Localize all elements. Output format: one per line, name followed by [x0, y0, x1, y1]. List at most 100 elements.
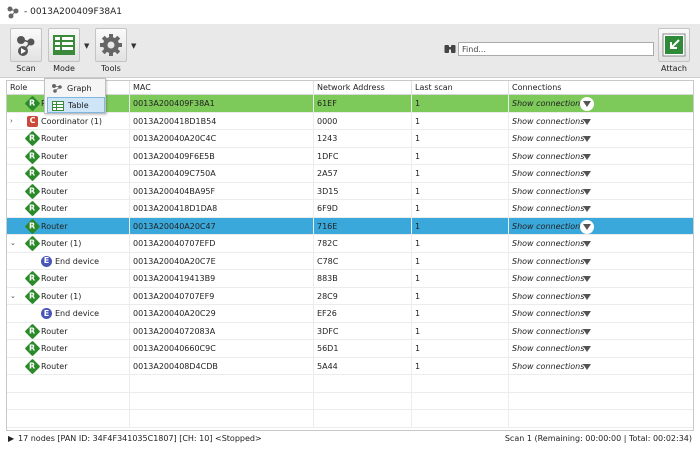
show-connections-link[interactable]: Show connections [512, 117, 584, 126]
show-connections-link[interactable]: Show connections [512, 152, 584, 161]
scan-button[interactable] [10, 28, 42, 62]
router-icon: R [24, 358, 41, 374]
chevron-down-icon[interactable] [583, 346, 591, 352]
show-connections-link[interactable]: Show connections [512, 362, 584, 371]
table-row[interactable]: E End device 0013A20040A20C29 EF26 1 Show con… [7, 305, 693, 323]
column-last-scan[interactable]: Last scan [412, 81, 509, 95]
role-cell [7, 410, 130, 428]
chevron-down-icon[interactable] [583, 188, 591, 195]
show-connections-link[interactable]: Show connections [512, 169, 584, 178]
network-address-cell: C78C [314, 252, 412, 270]
column-mac[interactable]: MAC [130, 81, 314, 95]
coordinator-icon: C [27, 115, 38, 127]
mac-cell: 0013A20040A20C4C [130, 130, 314, 148]
table-row[interactable]: R Router 0013A200409F6E5B 1DFC 1 Show connect… [7, 147, 693, 165]
expand-connections-button[interactable] [580, 219, 594, 234]
last-scan-cell: 1 [412, 287, 509, 305]
chevron-down-icon[interactable] [583, 363, 591, 370]
chevron-down-icon[interactable] [583, 206, 591, 212]
network-address-cell: 56D1 [314, 340, 412, 358]
table-row[interactable]: E End device 0013A20040A20C7E C78C 1 Show con… [7, 252, 693, 270]
router-icon: R [24, 270, 41, 287]
role-cell: ⌄ R Router (1) [7, 235, 130, 253]
menu-item-table[interactable]: Table [47, 97, 105, 113]
attach-label: Attach [661, 64, 687, 73]
table-row[interactable]: ⌄ R Router (1) 0013A20040707EFD 782C 1 Show co… [7, 235, 693, 253]
chevron-down-icon[interactable] [583, 136, 591, 142]
chevron-down-icon[interactable] [583, 241, 591, 247]
table-row[interactable]: ⌄ R Router (1) 0013A20040707EF9 28C9 1 Show co… [7, 287, 693, 306]
show-connections-link[interactable]: Show connections [512, 204, 584, 213]
table-row[interactable]: R Router 0013A20040A20C4C 1243 1 Show connect… [7, 130, 693, 148]
find-input[interactable] [458, 42, 654, 56]
chevron-down-icon[interactable] [583, 328, 591, 335]
connections-cell: Show connections [509, 270, 693, 288]
role-cell: R Router [7, 217, 130, 235]
status-nodes-info: 17 nodes [PAN ID: 34F4F341035C1807] [CH:… [18, 434, 262, 443]
mode-menu: Graph Table [44, 78, 106, 114]
show-connections-link[interactable]: Show connections [512, 274, 584, 283]
show-connections-link[interactable]: Show connections [512, 99, 584, 108]
graph-icon [52, 84, 62, 93]
table-row[interactable]: › C Coordinator (1) 0013A200418D1B54 0000 1 Sh… [7, 112, 693, 131]
table-row[interactable]: R Router 0013A200418D1DA8 6F9D 1 Show connect… [7, 200, 693, 218]
chevron-down-icon[interactable] [583, 258, 591, 265]
chevron-down-icon[interactable] [583, 118, 591, 125]
menu-item-graph[interactable]: Graph [47, 80, 105, 96]
show-connections-link[interactable]: Show connections [512, 344, 584, 353]
show-connections-link[interactable]: Show connections [512, 222, 584, 231]
expand-connections-button[interactable] [580, 97, 594, 111]
connections-cell: Show connections [509, 358, 693, 376]
table-row[interactable]: R Router 0013A20040A20C47 716E 1 Show connect… [7, 217, 693, 235]
table-row[interactable]: R Router 0013A2004072083A 3DFC 1 Show connect… [7, 322, 693, 341]
expand-toggle-icon[interactable]: ⌄ [10, 235, 16, 253]
chevron-down-icon[interactable] [583, 311, 591, 317]
role-icon-letter: R [29, 98, 36, 108]
show-connections-link[interactable]: Show connections [512, 187, 584, 196]
chevron-down-icon[interactable] [583, 171, 591, 177]
column-connections[interactable]: Connections [509, 81, 693, 95]
role-cell [7, 375, 130, 393]
expand-toggle-icon[interactable]: ⌄ [10, 288, 16, 306]
mac-cell: 0013A20040A20C47 [130, 217, 314, 235]
show-connections-link[interactable]: Show connections [512, 134, 584, 143]
mac-cell: 0013A20040707EFD [130, 235, 314, 253]
role-label: Router [41, 274, 68, 283]
chevron-down-icon[interactable] [583, 153, 591, 160]
show-connections-link[interactable]: Show connections [512, 239, 584, 248]
empty-cell [314, 410, 412, 428]
table-row[interactable]: RRouter0013A200409F38A161EF1Show connect… [7, 95, 693, 113]
show-connections-link[interactable]: Show connections [512, 309, 584, 318]
attach-button[interactable] [658, 28, 690, 62]
role-label: Router [41, 326, 68, 336]
show-connections-link[interactable]: Show connections [512, 327, 584, 336]
role-cell: R Router [7, 322, 130, 340]
connections-cell: Show connections [509, 323, 693, 341]
last-scan-cell: 1 [412, 95, 509, 113]
tools-button[interactable] [95, 28, 127, 62]
mode-button[interactable] [48, 28, 80, 62]
chevron-down-icon[interactable] [583, 293, 591, 300]
show-connections-link[interactable]: Show connections [512, 257, 584, 266]
table-row[interactable]: R Router 0013A200408D4CDB 5A44 1 Show connect… [7, 357, 693, 376]
role-icon-letter: R [29, 273, 36, 283]
table-row[interactable]: R Router 0013A200409C750A 2A57 1 Show connect… [7, 165, 693, 183]
mode-dropdown-arrow[interactable]: ▼ [84, 42, 89, 50]
network-address-cell: 716E [314, 217, 412, 235]
router-icon: R [24, 148, 41, 164]
table-row[interactable]: R Router 0013A200419413B9 883B 1 Show connect… [7, 270, 693, 288]
table-row[interactable]: R Router 0013A200404BA95F 3D15 1 Show connect… [7, 182, 693, 201]
chevron-down-icon[interactable] [583, 276, 591, 282]
mac-cell: 0013A200418D1DA8 [130, 200, 314, 218]
table-row[interactable]: R Router 0013A20040660C9C 56D1 1 Show connect… [7, 340, 693, 358]
mac-cell: 0013A200409F6E5B [130, 147, 314, 165]
network-address-cell: 1243 [314, 130, 412, 148]
mac-cell: 0013A20040A20C7E [130, 252, 314, 270]
column-network-address[interactable]: Network Address [314, 81, 412, 95]
show-connections-link[interactable]: Show connections [512, 292, 584, 301]
connections-cell: Show connections [509, 95, 693, 113]
status-expander-icon[interactable]: ▶ [8, 434, 14, 443]
tools-dropdown-arrow[interactable]: ▼ [131, 42, 136, 50]
connections-cell: Show connections [509, 183, 693, 201]
expand-toggle-icon[interactable]: › [10, 113, 13, 131]
